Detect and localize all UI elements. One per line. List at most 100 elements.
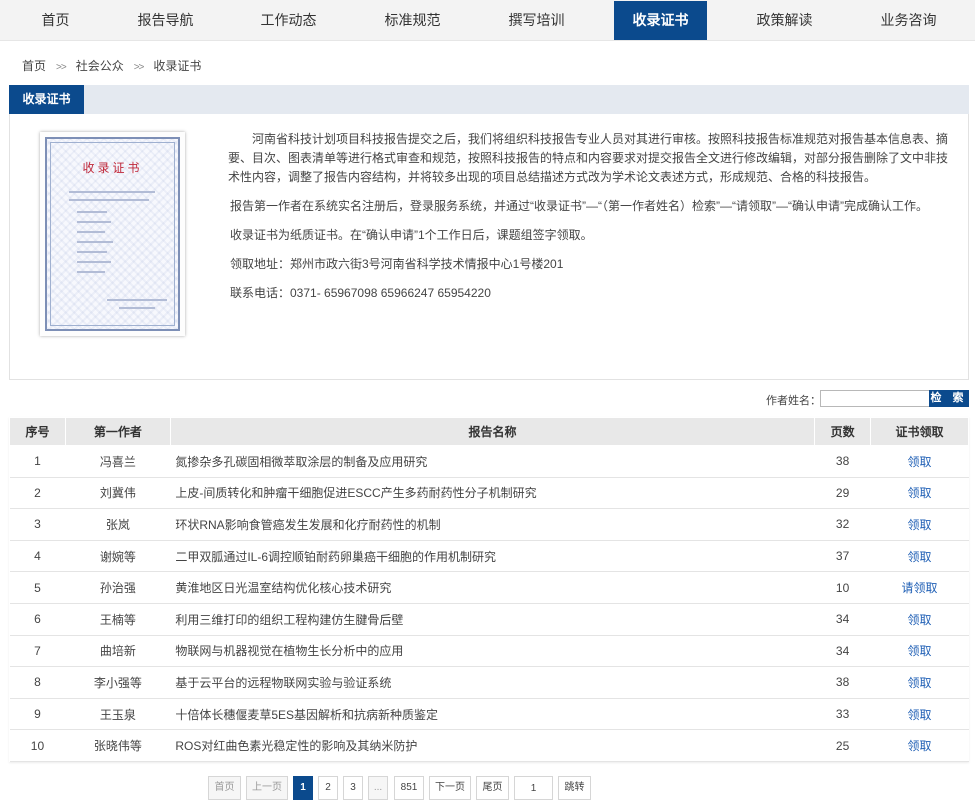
row-author: 李小强等 bbox=[65, 666, 171, 699]
row-number: 3 bbox=[9, 508, 66, 541]
claim-link[interactable]: 领取 bbox=[870, 635, 969, 668]
claim-link[interactable]: 领取 bbox=[870, 666, 969, 699]
page-jump-button[interactable]: 跳转 bbox=[558, 776, 591, 800]
last-page-button[interactable]: 尾页 bbox=[476, 776, 509, 800]
header-certificate-claim: 证书领取 bbox=[870, 417, 969, 446]
row-title: 二甲双胍通过IL-6调控顺铂耐药卵巢癌干细胞的作用机制研究 bbox=[170, 540, 815, 573]
section-header: 收录证书 bbox=[9, 85, 969, 114]
certificate-image: 收录证书 bbox=[40, 132, 185, 336]
nav-item-writing-training[interactable]: 撰写培训 bbox=[490, 1, 583, 40]
row-number: 10 bbox=[9, 729, 66, 762]
table-row: 4 谢婉等 二甲双胍通过IL-6调控顺铂耐药卵巢癌干细胞的作用机制研究 37 领… bbox=[9, 540, 969, 573]
description-paragraph: 河南省科技计划项目科技报告提交之后，我们将组织科技报告专业人员对其进行审核。按照… bbox=[228, 132, 949, 184]
certificate-text-line bbox=[107, 299, 167, 301]
row-title: 基于云平台的远程物联网实验与验证系统 bbox=[170, 666, 815, 699]
row-author: 张晓伟等 bbox=[65, 729, 171, 762]
page-1-button[interactable]: 1 bbox=[293, 776, 313, 800]
claim-link[interactable]: 领取 bbox=[870, 698, 969, 731]
row-author: 曲培新 bbox=[65, 635, 171, 668]
row-pages: 25 bbox=[814, 729, 871, 762]
next-page-button[interactable]: 下一页 bbox=[429, 776, 471, 800]
nav-item-home[interactable]: 首页 bbox=[9, 1, 102, 40]
certificate-text-line bbox=[69, 199, 149, 201]
row-pages: 38 bbox=[814, 666, 871, 699]
nav-item-consulting[interactable]: 业务咨询 bbox=[862, 1, 955, 40]
row-title: 上皮-间质转化和肿瘤干细胞促进ESCC产生多药耐药性分子机制研究 bbox=[170, 477, 815, 510]
table-row: 9 王玉泉 十倍体长穗偃麦草5ES基因解析和抗病新种质鉴定 33 领取 bbox=[9, 698, 969, 731]
table-row: 5 孙治强 黄淮地区日光温室结构优化核心技术研究 10 请领取 bbox=[9, 571, 969, 604]
nav-item-report-navigation[interactable]: 报告导航 bbox=[119, 1, 212, 40]
row-author: 冯喜兰 bbox=[65, 445, 171, 478]
pagination-ellipsis: ... bbox=[368, 776, 388, 800]
header-no: 序号 bbox=[9, 417, 66, 446]
description-paragraph: 报告第一作者在系统实名注册后，登录服务系统，并通过“收录证书”—“（第一作者姓名… bbox=[230, 199, 928, 213]
address-text: 领取地址：郑州市政六街3号河南省科学技术情报中心1号楼201 bbox=[230, 257, 564, 271]
pagination: 首页 上一页 1 2 3 ... 851 下一页 尾页 跳转 bbox=[0, 776, 975, 800]
table-row: 6 王楠等 利用三维打印的组织工程构建仿生腱骨后壁 34 领取 bbox=[9, 603, 969, 636]
claim-link[interactable]: 领取 bbox=[870, 540, 969, 573]
author-search-label: 作者姓名： bbox=[766, 395, 821, 407]
row-title: 黄淮地区日光温室结构优化核心技术研究 bbox=[170, 571, 815, 604]
row-author: 谢婉等 bbox=[65, 540, 171, 573]
certificate-text-line bbox=[77, 221, 111, 223]
breadcrumb-home-link[interactable]: 首页 bbox=[22, 57, 46, 74]
claim-link[interactable]: 领取 bbox=[870, 603, 969, 636]
claim-link[interactable]: 领取 bbox=[870, 477, 969, 510]
search-button[interactable]: 检 索 bbox=[929, 390, 969, 407]
prev-page-button[interactable]: 上一页 bbox=[246, 776, 288, 800]
breadcrumb-separator: >> bbox=[133, 62, 145, 73]
certificate-text-line bbox=[77, 271, 105, 273]
row-pages: 37 bbox=[814, 540, 871, 573]
row-pages: 10 bbox=[814, 571, 871, 604]
certificate-description: 河南省科技计划项目科技报告提交之后，我们将组织科技报告专业人员对其进行审核。按照… bbox=[228, 130, 948, 313]
claim-link[interactable]: 领取 bbox=[870, 508, 969, 541]
breadcrumb-public-link[interactable]: 社会公众 bbox=[76, 57, 124, 74]
row-number: 2 bbox=[9, 477, 66, 510]
certificate-table: 序号 第一作者 报告名称 页数 证书领取 1 冯喜兰 氮掺杂多孔碳固相微萃取涂层… bbox=[9, 417, 969, 762]
section-tab-certificates: 收录证书 bbox=[9, 85, 84, 114]
row-number: 4 bbox=[9, 540, 66, 573]
table-row: 3 张岚 环状RNA影响食管癌发生发展和化疗耐药性的机制 32 领取 bbox=[9, 508, 969, 541]
claim-link[interactable]: 领取 bbox=[870, 729, 969, 762]
row-number: 8 bbox=[9, 666, 66, 699]
nav-item-standards[interactable]: 标准规范 bbox=[366, 1, 459, 40]
row-title: 氮掺杂多孔碳固相微萃取涂层的制备及应用研究 bbox=[170, 445, 815, 478]
table-row: 7 曲培新 物联网与机器视觉在植物生长分析中的应用 34 领取 bbox=[9, 635, 969, 668]
section-body: 收录证书 河南省科技计划项目科技报告提交之后，我们将组织科技报告专业人员对其进行… bbox=[9, 114, 969, 380]
row-title: 环状RNA影响食管癌发生发展和化疗耐药性的机制 bbox=[170, 508, 815, 541]
description-paragraph: 收录证书为纸质证书。在“确认申请”1个工作日后，课题组签字领取。 bbox=[230, 228, 593, 242]
row-title: ROS对红曲色素光稳定性的影响及其纳米防护 bbox=[170, 729, 815, 762]
author-search-input[interactable] bbox=[820, 390, 930, 407]
certificate-text-line bbox=[77, 211, 107, 213]
page-jump-input[interactable] bbox=[514, 776, 553, 800]
table-row: 2 刘冀伟 上皮-间质转化和肿瘤干细胞促进ESCC产生多药耐药性分子机制研究 2… bbox=[9, 477, 969, 510]
nav-item-certificates[interactable]: 收录证书 bbox=[614, 1, 707, 40]
header-first-author: 第一作者 bbox=[64, 417, 171, 446]
row-author: 王玉泉 bbox=[65, 698, 171, 731]
last-page-number-button[interactable]: 851 bbox=[394, 776, 424, 800]
breadcrumb: 首页 >> 社会公众 >> 收录证书 bbox=[22, 57, 201, 74]
row-number: 5 bbox=[9, 571, 66, 604]
page-2-button[interactable]: 2 bbox=[318, 776, 338, 800]
table-row: 8 李小强等 基于云平台的远程物联网实验与验证系统 38 领取 bbox=[9, 666, 969, 699]
breadcrumb-current: 收录证书 bbox=[153, 59, 202, 73]
first-page-button[interactable]: 首页 bbox=[208, 776, 241, 800]
phone-text: 联系电话：0371- 65967098 65966247 65954220 bbox=[230, 286, 491, 300]
row-number: 1 bbox=[9, 445, 66, 478]
row-pages: 34 bbox=[814, 603, 871, 636]
top-nav: 首页 报告导航 工作动态 标准规范 撰写培训 收录证书 政策解读 业务咨询 bbox=[0, 0, 975, 41]
certificate-frame: 收录证书 bbox=[45, 137, 180, 331]
certificate-text-line bbox=[119, 307, 155, 309]
nav-item-work-news[interactable]: 工作动态 bbox=[242, 1, 335, 40]
claim-link[interactable]: 领取 bbox=[870, 445, 969, 478]
page-3-button[interactable]: 3 bbox=[343, 776, 363, 800]
certificate-text-line bbox=[77, 251, 107, 253]
claim-link[interactable]: 请领取 bbox=[870, 571, 969, 604]
header-report-title: 报告名称 bbox=[169, 417, 816, 446]
row-title: 利用三维打印的组织工程构建仿生腱骨后壁 bbox=[170, 603, 815, 636]
row-author: 孙治强 bbox=[65, 571, 171, 604]
certificate-text-line bbox=[77, 241, 113, 243]
row-title: 物联网与机器视觉在植物生长分析中的应用 bbox=[170, 635, 815, 668]
nav-item-policy[interactable]: 政策解读 bbox=[738, 1, 831, 40]
certificate-text-line bbox=[77, 261, 111, 263]
